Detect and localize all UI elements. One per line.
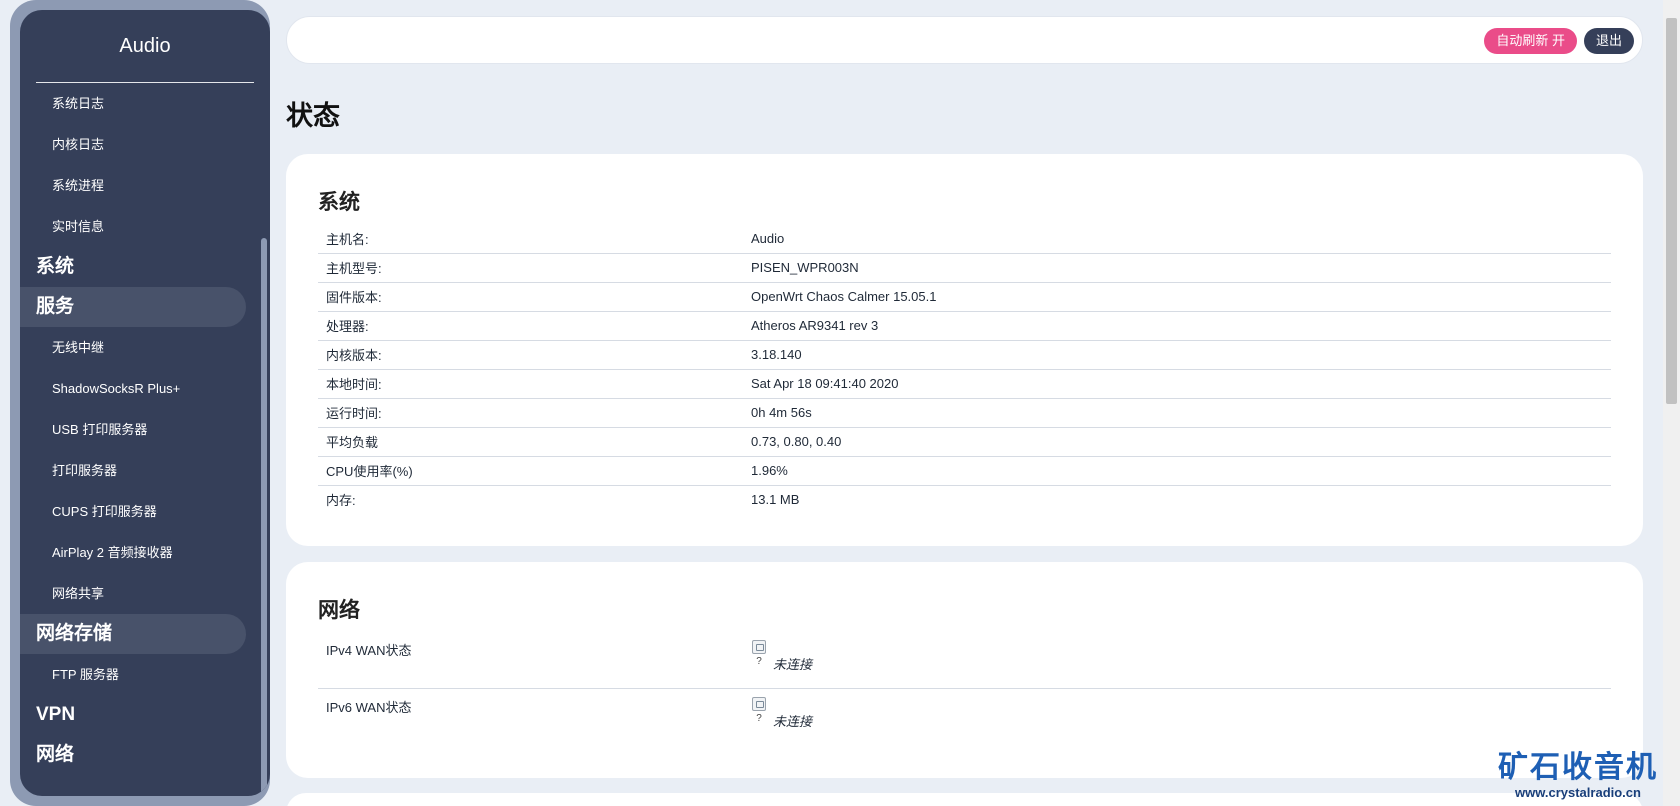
row-key: 主机型号: bbox=[318, 253, 743, 283]
nav-item-kernel-log[interactable]: 内核日志 bbox=[20, 124, 270, 165]
row-key: 处理器: bbox=[318, 311, 743, 341]
nav-section-system[interactable]: 系统 bbox=[20, 247, 270, 287]
system-info-table: 主机名: Audio 主机型号: PISEN_WPR003N 固件版本: OpenWr… bbox=[318, 224, 1611, 514]
ipv6-wan-status: 未连接 bbox=[773, 714, 813, 729]
ipv4-wan-label: IPv4 WAN状态 bbox=[326, 643, 412, 658]
row-value: OpenWrt Chaos Calmer 15.05.1 bbox=[743, 282, 1611, 312]
nav-section-nas[interactable]: 网络存储 bbox=[20, 614, 246, 654]
table-row: 固件版本: OpenWrt Chaos Calmer 15.05.1 bbox=[318, 282, 1611, 312]
row-value: Sat Apr 18 09:41:40 2020 bbox=[743, 369, 1611, 399]
page-scrollbar[interactable] bbox=[1663, 0, 1680, 806]
nav-item-wireless-relay[interactable]: 无线中继 bbox=[20, 327, 270, 368]
top-bar: 自动刷新 开 退出 bbox=[286, 16, 1643, 64]
image-placeholder-icon bbox=[752, 640, 766, 654]
ipv4-wan-status: 未连接 bbox=[773, 657, 813, 672]
nav-section-services[interactable]: 服务 bbox=[20, 287, 246, 327]
table-row: 处理器: Atheros AR9341 rev 3 bbox=[318, 311, 1611, 341]
icon-alt-text: ? bbox=[756, 713, 762, 724]
broken-image-icon: ? bbox=[751, 697, 767, 731]
table-row: 内核版本: 3.18.140 bbox=[318, 340, 1611, 370]
row-key: 本地时间: bbox=[318, 369, 743, 399]
table-row: 主机型号: PISEN_WPR003N bbox=[318, 253, 1611, 283]
row-value: 13.1 MB bbox=[751, 492, 800, 508]
nav-item-shadowsocksr[interactable]: ShadowSocksR Plus+ bbox=[20, 368, 270, 409]
image-placeholder-icon bbox=[752, 697, 766, 711]
row-value: Atheros AR9341 rev 3 bbox=[743, 311, 1611, 341]
nav-item-print-server[interactable]: 打印服务器 bbox=[20, 450, 270, 491]
sidebar-scrollbar[interactable] bbox=[261, 238, 267, 794]
table-row: IPv4 WAN状态 ? 未连接 bbox=[318, 632, 1611, 689]
logout-button[interactable]: 退出 bbox=[1583, 28, 1634, 54]
nav-section-network[interactable]: 网络 bbox=[20, 735, 270, 775]
row-value: 0.73, 0.80, 0.40 bbox=[743, 427, 1611, 457]
network-card-title: 网络 bbox=[318, 599, 360, 622]
table-row: 运行时间: 0h 4m 56s bbox=[318, 398, 1611, 428]
watermark-url: www.crystalradio.cn bbox=[1515, 785, 1641, 800]
nav-item-usb-print-server[interactable]: USB 打印服务器 bbox=[20, 409, 270, 450]
nav-item-processes[interactable]: 系统进程 bbox=[20, 165, 270, 206]
nav-item-airplay2[interactable]: AirPlay 2 音频接收器 bbox=[20, 532, 270, 573]
row-key: 运行时间: bbox=[318, 398, 743, 428]
row-value: 1.96% bbox=[743, 456, 1611, 486]
nav-item-ftp-server[interactable]: FTP 服务器 bbox=[20, 654, 270, 695]
row-key: 主机名: bbox=[318, 224, 743, 254]
auto-refresh-button[interactable]: 自动刷新 开 bbox=[1484, 28, 1577, 54]
icon-alt-text: ? bbox=[756, 656, 762, 667]
nav-item-network-share[interactable]: 网络共享 bbox=[20, 573, 270, 614]
row-value: PISEN_WPR003N bbox=[743, 253, 1611, 283]
table-row: 本地时间: Sat Apr 18 09:41:40 2020 bbox=[318, 369, 1611, 399]
row-key: 固件版本: bbox=[318, 282, 743, 312]
row-key: 平均负载 bbox=[318, 427, 743, 457]
nav-item-cups-print-server[interactable]: CUPS 打印服务器 bbox=[20, 491, 270, 532]
table-row: IPv6 WAN状态 ? 未连接 bbox=[318, 689, 1611, 746]
broken-image-icon: ? bbox=[751, 640, 767, 674]
table-row: 内存: 13.1 MB bbox=[318, 485, 1611, 514]
table-row: CPU使用率(%) 1.96% bbox=[318, 456, 1611, 486]
ipv6-wan-label: IPv6 WAN状态 bbox=[326, 700, 412, 715]
system-card-title: 系统 bbox=[318, 191, 360, 214]
watermark-title: 矿石收音机 bbox=[1498, 751, 1658, 784]
nav-menu: 系统日志 内核日志 系统进程 实时信息 系统 服务 无线中继 ShadowSoc… bbox=[20, 83, 270, 775]
sidebar-title: Audio bbox=[119, 35, 171, 57]
network-card: 网络 IPv4 WAN状态 ? 未连接 IPv6 WAN状态 ? 未连接 bbox=[286, 562, 1643, 778]
nav-section-vpn[interactable]: VPN bbox=[20, 695, 270, 735]
next-card bbox=[286, 793, 1643, 806]
system-card: 系统 主机名: Audio 主机型号: PISEN_WPR003N 固件版本: Ope… bbox=[286, 154, 1643, 546]
nav-item-system-log[interactable]: 系统日志 bbox=[20, 83, 270, 124]
page-title: 状态 bbox=[286, 101, 340, 131]
row-key: CPU使用率(%) bbox=[318, 456, 743, 486]
nav-item-realtime[interactable]: 实时信息 bbox=[20, 206, 270, 247]
page-scrollbar-thumb[interactable] bbox=[1666, 18, 1677, 404]
sidebar: Audio 系统日志 内核日志 系统进程 实时信息 系统 服务 无线中继 Sha… bbox=[20, 10, 270, 796]
watermark: 矿石收音机 www.crystalradio.cn bbox=[1498, 751, 1658, 800]
row-value: 3.18.140 bbox=[743, 340, 1611, 370]
network-status-table: IPv4 WAN状态 ? 未连接 IPv6 WAN状态 ? 未连接 bbox=[318, 632, 1611, 746]
row-key: 内核版本: bbox=[318, 340, 743, 370]
row-key: 内存: bbox=[326, 493, 356, 509]
row-value: Audio bbox=[743, 224, 1611, 254]
row-value: 0h 4m 56s bbox=[743, 398, 1611, 428]
table-row: 主机名: Audio bbox=[318, 224, 1611, 254]
table-row: 平均负载 0.73, 0.80, 0.40 bbox=[318, 427, 1611, 457]
